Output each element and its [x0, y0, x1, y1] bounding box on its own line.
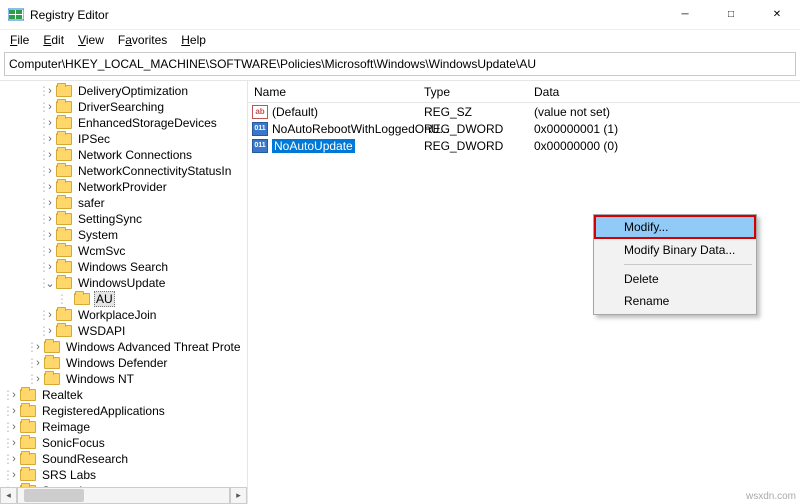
tree-item[interactable]: ⋮›Realtek	[0, 387, 247, 403]
tree-item[interactable]: ⋮›Windows NT	[0, 371, 247, 387]
menu-help[interactable]: Help	[175, 32, 212, 48]
context-menu: Modify... Modify Binary Data... Delete R…	[593, 214, 757, 315]
tree-item[interactable]: ⋮›Windows Defender	[0, 355, 247, 371]
tree-item[interactable]: ⋮›NetworkProvider	[0, 179, 247, 195]
tree-item[interactable]: ⋮›EnhancedStorageDevices	[0, 115, 247, 131]
tree-item[interactable]: ⋮›Network Connections	[0, 147, 247, 163]
column-type[interactable]: Type	[418, 85, 528, 99]
tree-item[interactable]: ⋮›RegisteredApplications	[0, 403, 247, 419]
folder-icon	[56, 197, 72, 209]
folder-icon	[56, 101, 72, 113]
tree-item[interactable]: ⋮›DriverSearching	[0, 99, 247, 115]
menu-view[interactable]: View	[72, 32, 110, 48]
context-menu-modify[interactable]: Modify...	[594, 215, 756, 239]
folder-icon	[56, 261, 72, 273]
tree-scroll[interactable]: ⋮›DeliveryOptimization ⋮›DriverSearching…	[0, 81, 247, 504]
window-title: Registry Editor	[30, 8, 662, 22]
tree-item[interactable]: ⋮›SRS Labs	[0, 467, 247, 483]
folder-icon	[56, 229, 72, 241]
context-menu-delete[interactable]: Delete	[596, 268, 754, 290]
folder-icon	[44, 373, 60, 385]
tree-item[interactable]: ⋮›WSDAPI	[0, 323, 247, 339]
reg-dword-icon: 011	[252, 122, 268, 136]
context-menu-rename[interactable]: Rename	[596, 290, 754, 312]
value-row[interactable]: 011NoAutoRebootWithLoggedOnU... REG_DWOR…	[248, 120, 800, 137]
folder-icon	[20, 405, 36, 417]
folder-icon	[56, 245, 72, 257]
menu-file[interactable]: File	[4, 32, 35, 48]
content-pane: ⋮›DeliveryOptimization ⋮›DriverSearching…	[0, 80, 800, 504]
tree-item[interactable]: ⋮›Windows Search	[0, 259, 247, 275]
scroll-left-button[interactable]: ◂	[0, 487, 17, 504]
scroll-track[interactable]	[17, 487, 230, 504]
folder-icon	[20, 453, 36, 465]
tree-item[interactable]: ⋮›Reimage	[0, 419, 247, 435]
folder-icon	[56, 213, 72, 225]
folder-icon	[56, 133, 72, 145]
tree-item-expanded[interactable]: ⋮⌄WindowsUpdate	[0, 275, 247, 291]
menu-edit[interactable]: Edit	[37, 32, 70, 48]
reg-sz-icon: ab	[252, 105, 268, 119]
tree-item[interactable]: ⋮›SonicFocus	[0, 435, 247, 451]
tree-item[interactable]: ⋮›NetworkConnectivityStatusIn	[0, 163, 247, 179]
column-name[interactable]: Name	[248, 85, 418, 99]
context-menu-modify-binary[interactable]: Modify Binary Data...	[596, 239, 754, 261]
folder-icon	[20, 437, 36, 449]
scroll-thumb[interactable]	[24, 489, 84, 502]
folder-icon	[44, 357, 60, 369]
folder-icon	[56, 149, 72, 161]
minimize-button[interactable]: ─	[662, 0, 708, 30]
tree-item[interactable]: ⋮›SoundResearch	[0, 451, 247, 467]
watermark: wsxdn.com	[746, 491, 796, 502]
window-controls: ─ □ ✕	[662, 0, 800, 30]
folder-icon	[56, 117, 72, 129]
tree-item[interactable]: ⋮›safer	[0, 195, 247, 211]
tree-item[interactable]: ⋮›Windows Advanced Threat Prote	[0, 339, 247, 355]
address-text: Computer\HKEY_LOCAL_MACHINE\SOFTWARE\Pol…	[9, 57, 536, 71]
reg-dword-icon: 011	[252, 139, 268, 153]
tree-item-selected[interactable]: ⋮AU	[0, 291, 247, 307]
folder-icon	[20, 389, 36, 401]
title-bar: Registry Editor ─ □ ✕	[0, 0, 800, 30]
scroll-right-button[interactable]: ▸	[230, 487, 247, 504]
menu-bar: File Edit View Favorites Help	[0, 30, 800, 50]
tree-item[interactable]: ⋮›SettingSync	[0, 211, 247, 227]
folder-icon	[56, 309, 72, 321]
tree-pane: ⋮›DeliveryOptimization ⋮›DriverSearching…	[0, 81, 248, 504]
maximize-button[interactable]: □	[708, 0, 754, 30]
value-row[interactable]: ab(Default) REG_SZ (value not set)	[248, 103, 800, 120]
column-data[interactable]: Data	[528, 85, 688, 99]
values-pane: Name Type Data ab(Default) REG_SZ (value…	[248, 81, 800, 504]
folder-icon	[20, 421, 36, 433]
app-icon	[8, 7, 24, 23]
folder-icon	[20, 469, 36, 481]
list-header: Name Type Data	[248, 81, 800, 103]
folder-icon	[44, 341, 60, 353]
address-bar[interactable]: Computer\HKEY_LOCAL_MACHINE\SOFTWARE\Pol…	[4, 52, 796, 76]
tree-item[interactable]: ⋮›IPSec	[0, 131, 247, 147]
tree-item[interactable]: ⋮›WorkplaceJoin	[0, 307, 247, 323]
folder-icon	[56, 325, 72, 337]
folder-icon	[56, 85, 72, 97]
folder-icon	[56, 165, 72, 177]
tree-item[interactable]: ⋮›System	[0, 227, 247, 243]
list-body: ab(Default) REG_SZ (value not set) 011No…	[248, 103, 800, 154]
tree-item[interactable]: ⋮›DeliveryOptimization	[0, 83, 247, 99]
folder-icon	[74, 293, 90, 305]
folder-icon	[56, 277, 72, 289]
folder-icon	[56, 181, 72, 193]
menu-favorites[interactable]: Favorites	[112, 32, 173, 48]
tree-horizontal-scrollbar[interactable]: ◂ ▸	[0, 487, 247, 504]
context-menu-separator	[624, 264, 752, 265]
value-row-selected[interactable]: 011NoAutoUpdate REG_DWORD 0x00000000 (0)	[248, 137, 800, 154]
close-button[interactable]: ✕	[754, 0, 800, 30]
tree-item[interactable]: ⋮›WcmSvc	[0, 243, 247, 259]
